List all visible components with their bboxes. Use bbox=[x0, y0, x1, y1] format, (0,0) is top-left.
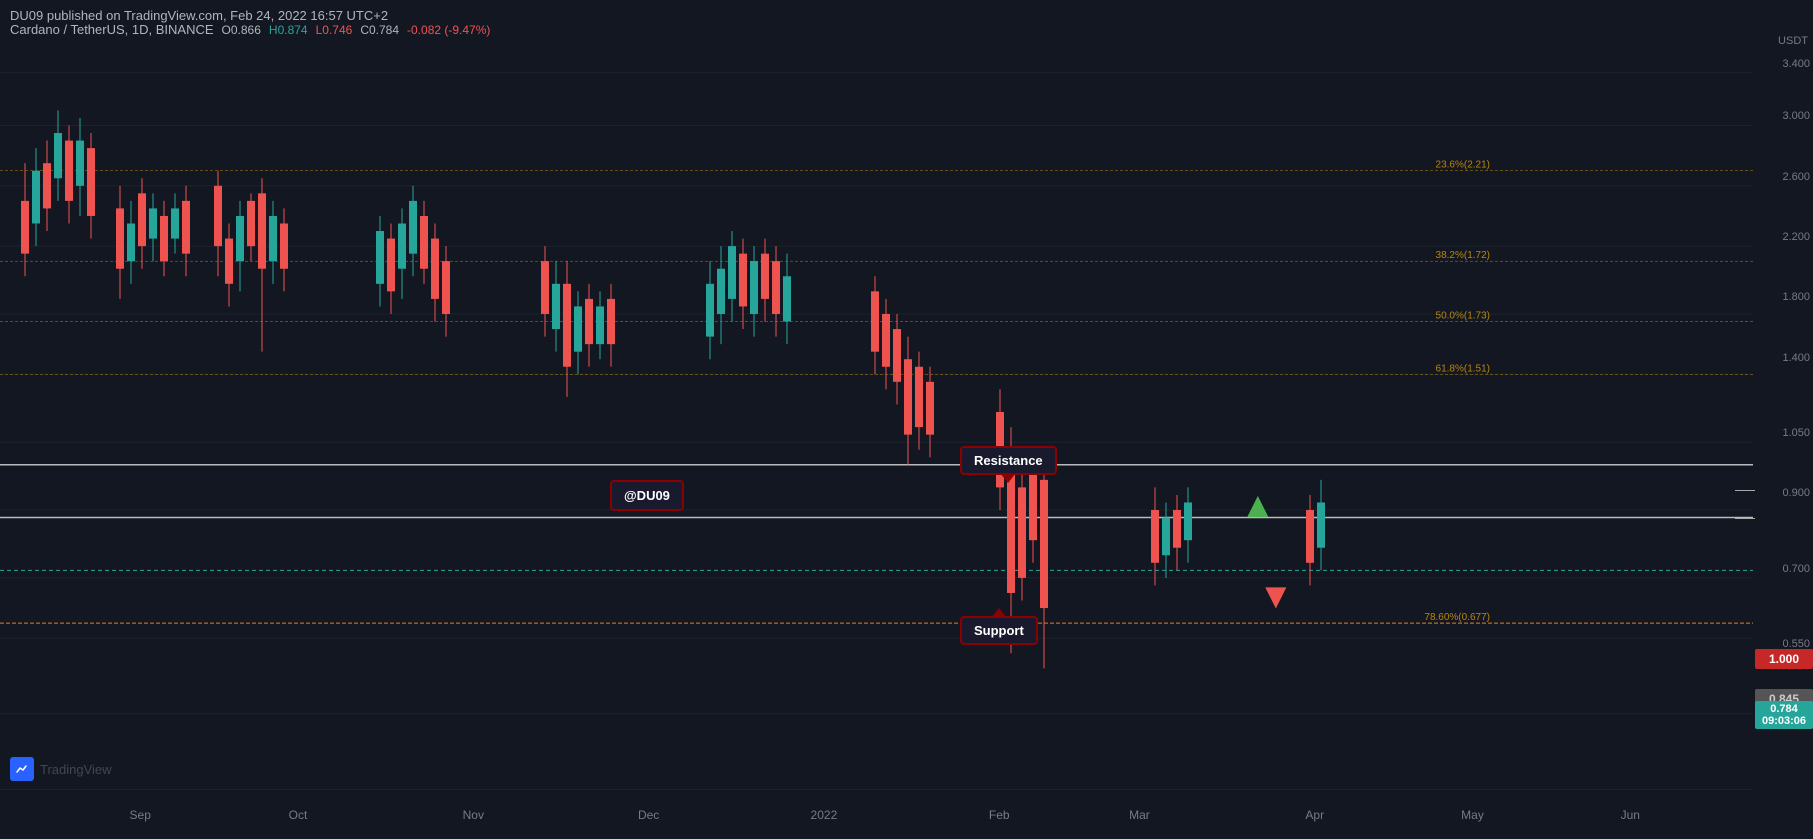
price-3400: 3.400 bbox=[1782, 58, 1810, 70]
svg-text:78.60%(0.677): 78.60%(0.677) bbox=[1424, 612, 1490, 623]
pencil-line-1000 bbox=[1735, 490, 1755, 491]
up-arrow-indicator: ▲ bbox=[1240, 487, 1276, 523]
time-mar: Mar bbox=[1129, 808, 1150, 822]
svg-text:50.0%(1.73): 50.0%(1.73) bbox=[1436, 311, 1490, 322]
time-axis: Sep Oct Nov Dec 2022 Feb Mar Apr May Jun bbox=[0, 789, 1753, 839]
price-1800: 1.800 bbox=[1782, 291, 1810, 303]
candles-sep bbox=[116, 178, 190, 299]
candles-2022 bbox=[706, 231, 791, 359]
down-arrow-indicator: ▼ bbox=[1258, 578, 1294, 614]
price-1400: 1.400 bbox=[1782, 352, 1810, 364]
time-nov: Nov bbox=[463, 808, 484, 822]
published-info: DU09 published on TradingView.com, Feb 2… bbox=[10, 8, 388, 23]
price-2200: 2.200 bbox=[1782, 231, 1810, 243]
time-jun: Jun bbox=[1621, 808, 1640, 822]
candles-feb bbox=[871, 276, 934, 465]
price-3000: 3.000 bbox=[1782, 110, 1810, 122]
time-sep: Sep bbox=[130, 808, 151, 822]
price-chart: 23.6%(2.21) 38.2%(1.72) 50.0%(1.73) 61.8… bbox=[0, 35, 1753, 789]
tv-icon bbox=[10, 757, 34, 781]
low-label: L0.746 bbox=[316, 23, 353, 37]
svg-text:23.6%(2.21): 23.6%(2.21) bbox=[1436, 160, 1490, 171]
svg-text:38.2%(1.72): 38.2%(1.72) bbox=[1436, 250, 1490, 261]
chart-header: DU09 published on TradingView.com, Feb 2… bbox=[10, 8, 1813, 23]
support-annotation: Support bbox=[960, 616, 1038, 645]
current-price-badge: 0.784 09:03:06 bbox=[1755, 701, 1813, 729]
tradingview-logo: TradingView bbox=[10, 757, 112, 781]
price-0900: 0.900 bbox=[1782, 487, 1810, 499]
time-2022: 2022 bbox=[811, 808, 838, 822]
open-label: O0.866 bbox=[222, 23, 261, 37]
time-may: May bbox=[1461, 808, 1484, 822]
time-apr: Apr bbox=[1305, 808, 1324, 822]
currency-label: USDT bbox=[1778, 35, 1808, 47]
du09-annotation: @DU09 bbox=[610, 480, 684, 511]
tradingview-text: TradingView bbox=[40, 762, 112, 777]
candles-may bbox=[1306, 480, 1325, 586]
price-axis: 3.400 3.000 2.600 2.200 1.800 1.400 1.05… bbox=[1755, 35, 1813, 789]
price-2600: 2.600 bbox=[1782, 171, 1810, 183]
svg-text:61.8%(1.51): 61.8%(1.51) bbox=[1436, 363, 1490, 374]
high-label: H0.874 bbox=[269, 23, 308, 37]
time-feb: Feb bbox=[989, 808, 1010, 822]
resistance-annotation: Resistance bbox=[960, 446, 1057, 475]
pencil-line-0845 bbox=[1735, 518, 1755, 519]
chart-container: DU09 published on TradingView.com, Feb 2… bbox=[0, 0, 1813, 839]
price-1050: 1.050 bbox=[1782, 427, 1810, 439]
time-oct: Oct bbox=[289, 808, 308, 822]
symbol-info: Cardano / TetherUS, 1D, BINANCE bbox=[10, 22, 214, 37]
candles-aug bbox=[21, 110, 95, 276]
change-label: -0.082 (-9.47%) bbox=[407, 23, 490, 37]
price-0700: 0.700 bbox=[1782, 563, 1810, 575]
close-label: C0.784 bbox=[360, 23, 399, 37]
price-1000-badge: 1.000 bbox=[1755, 649, 1813, 669]
time-dec: Dec bbox=[638, 808, 659, 822]
